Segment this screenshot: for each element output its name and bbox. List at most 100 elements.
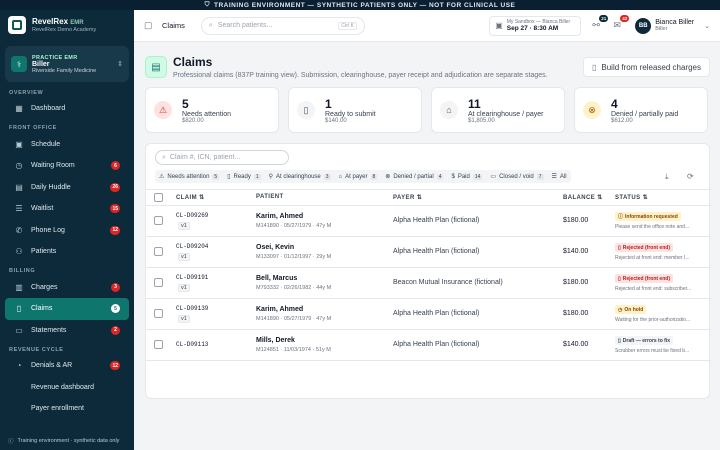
patient-name[interactable]: Bell, Marcus bbox=[256, 275, 297, 282]
stat-at-clearinghouse[interactable]: ⌂ 11 At clearinghouse / payer $1,805.00 bbox=[431, 87, 565, 133]
sidebar-item-label: Statements bbox=[31, 326, 67, 334]
row-checkbox[interactable] bbox=[154, 247, 163, 256]
sandbox-selector[interactable]: ▣ My Sandbox — Bianca Biller Sep 27 · 8:… bbox=[489, 15, 582, 36]
list-icon: ☰ bbox=[551, 174, 557, 180]
table-row[interactable]: CL-D09191 v1 Bell, Marcus M793332 · 02/2… bbox=[146, 268, 711, 299]
user-menu[interactable]: BB Bianca Biller Biller ⌄ bbox=[635, 17, 710, 34]
filter-group: ⚠ Needs attention 5 ▯ Ready 1 ⚲ At clearingho… bbox=[155, 170, 571, 183]
table-row[interactable]: CL-D09269 v1 Karim, Ahmed M141890 · 05/2… bbox=[146, 206, 711, 237]
filter-all[interactable]: ☰ All bbox=[548, 170, 571, 183]
sidebar-item-denials-ar[interactable]: ◔ Denials & AR 12 bbox=[5, 355, 129, 377]
filter-label: All bbox=[559, 173, 567, 180]
claim-number[interactable]: CL-D09269 bbox=[176, 212, 208, 219]
select-all-checkbox[interactable] bbox=[154, 193, 163, 202]
topbar: ▢ Claims ⌕ Search patients... Ctrl K ▣ M… bbox=[134, 10, 720, 42]
brand-subtitle: RevelRex Demo Academy bbox=[32, 27, 97, 33]
patient-name[interactable]: Karim, Ahmed bbox=[256, 213, 303, 220]
patient-meta: M141890 · 05/27/1979 · 47y M bbox=[256, 316, 332, 322]
brand[interactable]: RevelRex EMR RevelRex Demo Academy bbox=[0, 10, 134, 40]
messages-button[interactable]: ✉ 42 bbox=[611, 14, 630, 32]
patient-name[interactable]: Osei, Kevin bbox=[256, 244, 294, 251]
filter-label: At payer bbox=[345, 173, 368, 180]
count-badge: 6 bbox=[111, 161, 120, 171]
sidebar-item-revenue-dashboard[interactable]: Revenue dashboard bbox=[5, 377, 129, 399]
page-subtitle: Professional claims (837P training view)… bbox=[173, 72, 548, 79]
grid-icon: ▦ bbox=[15, 104, 23, 114]
col-payer[interactable]: PAYER ⇅ bbox=[393, 194, 422, 201]
page-header: ▤ Claims Professional claims (837P train… bbox=[145, 52, 710, 82]
practice-switcher[interactable]: ⚕ PRACTICE EMR Biller Riverside Family M… bbox=[5, 46, 129, 82]
claim-number[interactable]: CL-D09204 bbox=[176, 243, 208, 250]
sidebar-item-waitlist[interactable]: ☰ Waitlist 15 bbox=[5, 198, 129, 220]
training-banner: ⛉ TRAINING ENVIRONMENT — SYNTHETIC PATIE… bbox=[0, 0, 720, 10]
x-circle-icon: ⊗ bbox=[385, 174, 391, 180]
archive-icon: ▭ bbox=[490, 174, 497, 180]
row-checkbox[interactable] bbox=[154, 309, 163, 318]
sidebar-item-charges[interactable]: ▥ Charges 3 bbox=[5, 277, 129, 299]
filter-at-clearinghouse[interactable]: ⚲ At clearinghouse 3 bbox=[265, 170, 335, 183]
document-icon: ▯ bbox=[297, 101, 315, 119]
filter-paid[interactable]: $ Paid 14 bbox=[447, 170, 486, 183]
sidebar-item-label: Dashboard bbox=[31, 105, 66, 113]
claim-number[interactable]: CL-D09191 bbox=[176, 274, 208, 281]
sidebar-item-patients[interactable]: ⚇ Patients bbox=[5, 241, 129, 263]
claim-number[interactable]: CL-D09113 bbox=[176, 341, 208, 348]
claims-search-input[interactable]: ⌕ Claim #, ICN, patient... bbox=[155, 150, 289, 165]
status-note: Rejected at front end: subscriber... bbox=[615, 286, 692, 292]
list-icon: ☰ bbox=[15, 204, 23, 214]
sidebar-item-payer-enrollment[interactable]: Payer enrollment bbox=[5, 398, 129, 420]
tasks-button[interactable]: ⚯ 21 bbox=[590, 14, 609, 32]
users-icon: ⚇ bbox=[15, 247, 23, 257]
sidebar-item-schedule[interactable]: ▣ Schedule bbox=[5, 134, 129, 156]
col-balance[interactable]: BALANCE ⇅ bbox=[563, 194, 603, 201]
row-checkbox[interactable] bbox=[154, 216, 163, 225]
count-badge: 5 bbox=[111, 304, 120, 314]
patient-name[interactable]: Mills, Derek bbox=[256, 337, 295, 344]
table-row[interactable]: CL-D09139 v1 Karim, Ahmed M141890 · 05/2… bbox=[146, 299, 711, 330]
filter-label: Needs attention bbox=[167, 173, 210, 180]
filter-label: Denied / partial bbox=[393, 173, 434, 180]
sidebar-item-dashboard[interactable]: ▦ Dashboard bbox=[5, 98, 129, 120]
sidebar-item-daily-huddle[interactable]: ▤ Daily Huddle 26 bbox=[5, 177, 129, 199]
sidebar-item-phone-log[interactable]: ✆ Phone Log 12 bbox=[5, 220, 129, 242]
sidebar-item-statements[interactable]: ▭ Statements 2 bbox=[5, 320, 129, 342]
version-badge: v1 bbox=[178, 315, 190, 323]
file-icon: ▭ bbox=[15, 325, 23, 335]
receipt-icon: ▥ bbox=[15, 282, 23, 292]
status-badge: ▯ Rejected (front end) bbox=[615, 243, 673, 252]
row-checkbox[interactable] bbox=[154, 278, 163, 287]
filter-label: Paid bbox=[457, 173, 470, 180]
sidebar-item-label: Daily Huddle bbox=[31, 183, 71, 191]
search-input[interactable]: ⌕ Search patients... Ctrl K bbox=[200, 16, 365, 35]
sidebar-item-claims[interactable]: ▯ Claims 5 bbox=[5, 298, 129, 320]
refresh-icon[interactable]: ⟳ bbox=[687, 172, 697, 181]
stat-ready-to-submit[interactable]: ▯ 1 Ready to submit $140.00 bbox=[288, 87, 422, 133]
row-checkbox[interactable] bbox=[154, 340, 163, 349]
warning-icon: ⚠ bbox=[159, 174, 165, 180]
table-row[interactable]: CL-D09204 v1 Osei, Kevin M133097 · 01/12… bbox=[146, 237, 711, 268]
breadcrumb: Claims bbox=[162, 21, 185, 30]
document-icon: ▯ bbox=[618, 275, 621, 282]
stat-amount: $140.00 bbox=[325, 117, 347, 124]
filter-at-payer[interactable]: ⌂ At payer 8 bbox=[335, 170, 382, 183]
stat-amount: $820.00 bbox=[182, 117, 204, 124]
build-from-charges-button[interactable]: ▯ Build from released charges bbox=[582, 57, 710, 77]
col-claim[interactable]: CLAIM ⇅ bbox=[176, 194, 205, 201]
status-note: Rejected at front end: member I... bbox=[615, 255, 690, 261]
stat-value: 5 bbox=[182, 96, 189, 111]
bank-icon: ⌂ bbox=[440, 101, 458, 119]
filter-denied-partial[interactable]: ⊗ Denied / partial 4 bbox=[381, 170, 447, 183]
filter-needs-attention[interactable]: ⚠ Needs attention 5 bbox=[155, 170, 223, 183]
filter-ready[interactable]: ▯ Ready 1 bbox=[223, 170, 264, 183]
sidebar-item-waiting-room[interactable]: ◷ Waiting Room 6 bbox=[5, 155, 129, 177]
patient-name[interactable]: Karim, Ahmed bbox=[256, 306, 303, 313]
col-status[interactable]: STATUS ⇅ bbox=[615, 194, 648, 201]
table-row[interactable]: CL-D09113 Mills, Derek M124851 · 11/03/1… bbox=[146, 330, 711, 361]
stat-label: Denied / partially paid bbox=[611, 110, 679, 118]
stat-denied[interactable]: ⊗ 4 Denied / partially paid $612.00 bbox=[574, 87, 708, 133]
claim-number[interactable]: CL-D09139 bbox=[176, 305, 208, 312]
sidebar-toggle-icon[interactable]: ▢ bbox=[144, 20, 154, 31]
download-icon[interactable]: ⤓ bbox=[665, 172, 675, 182]
stat-needs-attention[interactable]: ⚠ 5 Needs attention $820.00 bbox=[145, 87, 279, 133]
filter-closed-void[interactable]: ▭ Closed / void 7 bbox=[486, 170, 547, 183]
